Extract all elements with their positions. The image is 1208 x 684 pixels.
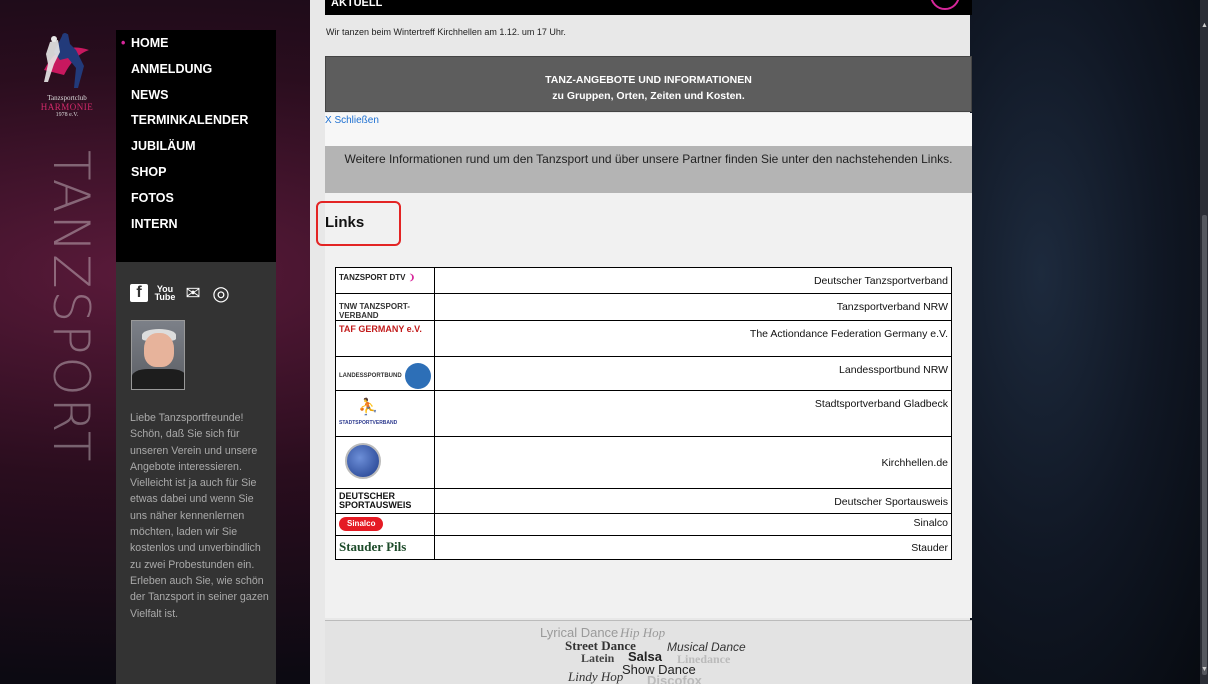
- link-logo-taf[interactable]: TAF GERMANY e.V.: [335, 320, 435, 357]
- link-logo-kirchhellen[interactable]: [335, 436, 435, 489]
- link-name[interactable]: Tanzsportverband NRW: [433, 293, 953, 321]
- links-section: Links TANZSPORT DTV ❩ Deutscher Tanzspor…: [325, 193, 972, 618]
- link-name[interactable]: Deutscher Tanzsportverband: [433, 267, 953, 294]
- runner-icon: ⛹: [358, 399, 379, 416]
- vertical-brand-word: TANZSPORT: [42, 150, 100, 464]
- link-row[interactable]: TAF GERMANY e.V. The Actiondance Federat…: [335, 320, 953, 357]
- kirchhellen-icon: [345, 443, 381, 479]
- cloud-word[interactable]: Lindy Hop: [568, 669, 623, 684]
- mail-icon[interactable]: ✉: [182, 282, 204, 304]
- link-row[interactable]: TNW TANZSPORT-VERBAND Tanzsportverband N…: [335, 293, 953, 321]
- sidebar: f You Tube ✉ ◎ Liebe Tanzsportfreunde! S…: [116, 262, 276, 684]
- aktuell-badge-icon: [930, 0, 960, 10]
- link-logo-stauder[interactable]: Stauder Pils: [335, 535, 435, 560]
- link-logo-sinalco[interactable]: Sinalco: [335, 513, 435, 536]
- link-logo-lsb[interactable]: LANDESSPORTBUND: [335, 356, 435, 391]
- link-name[interactable]: Stadtsportverband Gladbeck: [433, 390, 953, 437]
- link-logo-sportausweis[interactable]: DEUTSCHER SPORTAUSWEIS: [335, 488, 435, 514]
- page-background-right: [970, 0, 1208, 684]
- facebook-icon[interactable]: f: [130, 284, 148, 302]
- link-name[interactable]: The Actiondance Federation Germany e.V.: [433, 320, 953, 357]
- links-table: TANZSPORT DTV ❩ Deutscher Tanzsportverba…: [335, 267, 953, 560]
- nav-item-fotos[interactable]: FOTOS: [116, 185, 276, 211]
- nav-item-intern[interactable]: INTERN: [116, 211, 276, 237]
- info-box: Weitere Informationen rund um den Tanzsp…: [325, 133, 972, 193]
- news-line: Wir tanzen beim Wintertreff Kirchhellen …: [326, 27, 566, 37]
- link-logo-dtv[interactable]: TANZSPORT DTV ❩: [335, 267, 435, 294]
- social-links: f You Tube ✉ ◎: [130, 282, 232, 305]
- chairman-photo: [131, 320, 185, 390]
- link-row[interactable]: LANDESSPORTBUND Landessportbund NRW: [335, 356, 953, 391]
- main-content: AKTUELL Wir tanzen beim Wintertreff Kirc…: [310, 0, 972, 684]
- offers-accordion-header[interactable]: TANZ-ANGEBOTE UND INFORMATIONEN zu Grupp…: [325, 56, 972, 112]
- instagram-icon[interactable]: ◎: [210, 282, 232, 305]
- dtv-swoosh-icon: ❩: [408, 273, 416, 282]
- link-row[interactable]: DEUTSCHER SPORTAUSWEIS Deutscher Sportau…: [335, 488, 953, 514]
- links-heading-highlight: [316, 201, 401, 246]
- link-name[interactable]: Kirchhellen.de: [433, 436, 953, 489]
- logo-club-name: HARMONIE: [40, 102, 94, 112]
- landessportbund-icon: [404, 363, 431, 389]
- nav-item-anmeldung[interactable]: ANMELDUNG: [116, 56, 276, 82]
- info-text: Weitere Informationen rund um den Tanzsp…: [325, 146, 972, 193]
- close-link[interactable]: X Schließen: [325, 113, 972, 133]
- link-row[interactable]: Kirchhellen.de: [335, 436, 953, 489]
- logo-year: 1978 e.V.: [55, 112, 79, 118]
- aktuell-header: AKTUELL: [325, 0, 972, 15]
- cloud-word[interactable]: Latein: [581, 651, 614, 666]
- link-row[interactable]: Stauder Pils Stauder: [335, 535, 953, 560]
- club-logo[interactable]: Tanzsportclub HARMONIE 1978 e.V.: [28, 30, 106, 134]
- link-name[interactable]: Deutscher Sportausweis: [433, 488, 953, 514]
- youtube-icon[interactable]: You Tube: [154, 282, 176, 304]
- link-logo-tnw[interactable]: TNW TANZSPORT-VERBAND: [335, 293, 435, 321]
- logo-small-text: Tanzsportclub: [47, 94, 87, 102]
- scrollbar-thumb[interactable]: [1202, 215, 1207, 675]
- link-name[interactable]: Sinalco: [433, 513, 953, 536]
- page-scrollbar[interactable]: ▲ ▼: [1200, 0, 1208, 684]
- main-navigation: HOME ANMELDUNG NEWS TERMINKALENDER JUBIL…: [116, 30, 276, 262]
- nav-item-terminkalender[interactable]: TERMINKALENDER: [116, 107, 276, 133]
- link-name[interactable]: Landessportbund NRW: [433, 356, 953, 391]
- link-row[interactable]: ⛹ STADTSPORTVERBAND Stadtsportverband Gl…: [335, 390, 953, 437]
- dance-styles-cloud: Lyrical Dance Hip Hop Street Dance Music…: [325, 620, 972, 684]
- nav-item-home[interactable]: HOME: [116, 30, 276, 56]
- dancers-logo-icon: [44, 33, 89, 88]
- nav-item-news[interactable]: NEWS: [116, 82, 276, 108]
- cloud-word[interactable]: Discofox: [647, 673, 702, 684]
- welcome-text: Liebe Tanzsportfreunde! Schön, daß Sie s…: [130, 412, 269, 620]
- link-row[interactable]: Sinalco Sinalco: [335, 513, 953, 536]
- link-name[interactable]: Stauder: [433, 535, 953, 560]
- scroll-up-icon[interactable]: ▲: [1201, 22, 1208, 30]
- link-logo-ssv[interactable]: ⛹ STADTSPORTVERBAND: [335, 390, 435, 437]
- scroll-down-icon[interactable]: ▼: [1201, 666, 1208, 674]
- link-row[interactable]: TANZSPORT DTV ❩ Deutscher Tanzsportverba…: [335, 267, 953, 294]
- nav-item-jubilaeum[interactable]: JUBILÄUM: [116, 133, 276, 159]
- nav-item-shop[interactable]: SHOP: [116, 159, 276, 185]
